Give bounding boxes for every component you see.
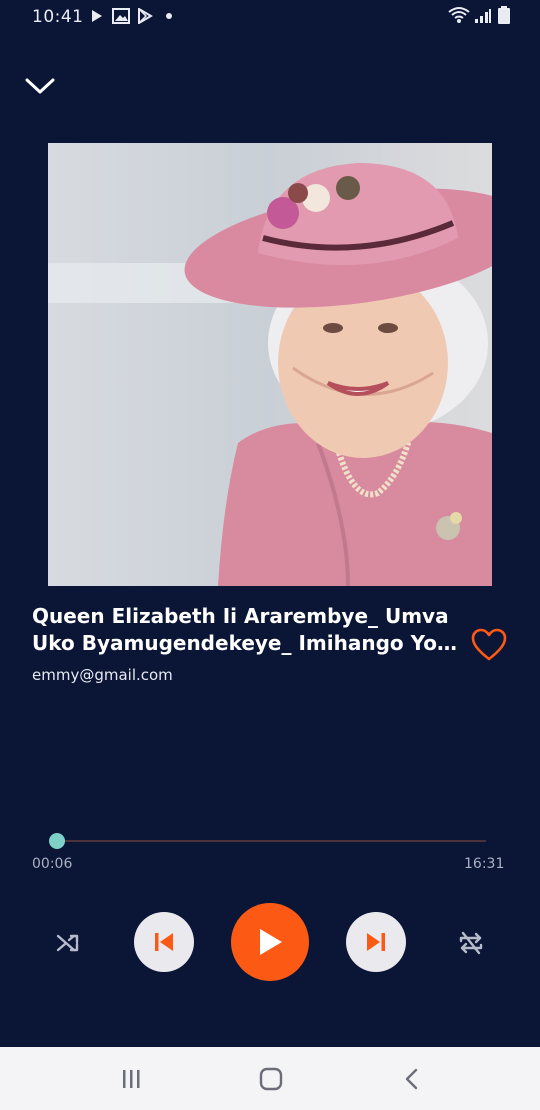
seek-thumb[interactable] (49, 833, 65, 849)
repeat-icon (459, 931, 483, 955)
wifi-icon (448, 7, 470, 23)
recent-apps-button[interactable] (111, 1065, 151, 1093)
previous-button[interactable] (134, 912, 194, 972)
status-time: 10:41 (32, 7, 84, 27)
heart-icon (471, 628, 507, 661)
chevron-down-icon (25, 78, 55, 94)
previous-icon (155, 933, 173, 951)
track-title: Queen Elizabeth Ii Ararembye_ Umva Uko B… (32, 603, 462, 657)
home-button[interactable] (251, 1065, 291, 1093)
track-title-line-2: Uko Byamugendekeye_ Imihango Yo ... (32, 631, 462, 655)
play-button[interactable] (231, 903, 309, 981)
shuffle-icon (56, 934, 79, 952)
play-icon (260, 929, 282, 955)
favorite-button[interactable] (470, 627, 508, 663)
home-icon (259, 1067, 283, 1091)
track-artist: emmy@gmail.com (32, 666, 173, 684)
signal-icon (475, 9, 491, 23)
dot-icon (166, 13, 172, 19)
play-icon (92, 10, 102, 22)
seek-bar[interactable] (56, 840, 486, 842)
image-icon (112, 8, 130, 24)
back-button[interactable] (392, 1065, 432, 1093)
recent-apps-icon (123, 1070, 140, 1088)
collapse-button[interactable] (22, 72, 58, 102)
album-artwork (48, 143, 492, 586)
repeat-button[interactable] (457, 929, 485, 957)
current-time: 00:06 (32, 856, 73, 872)
next-button[interactable] (346, 912, 406, 972)
back-icon (405, 1068, 418, 1090)
shuffle-button[interactable] (54, 929, 82, 957)
next-icon (367, 933, 385, 951)
battery-icon (498, 6, 510, 24)
play-store-icon (138, 8, 153, 24)
status-bar: 10:41 (0, 0, 540, 34)
navigation-bar (0, 1047, 540, 1110)
total-time: 16:31 (464, 856, 505, 872)
track-title-line-1: Queen Elizabeth Ii Ararembye_ Umva (32, 604, 449, 628)
